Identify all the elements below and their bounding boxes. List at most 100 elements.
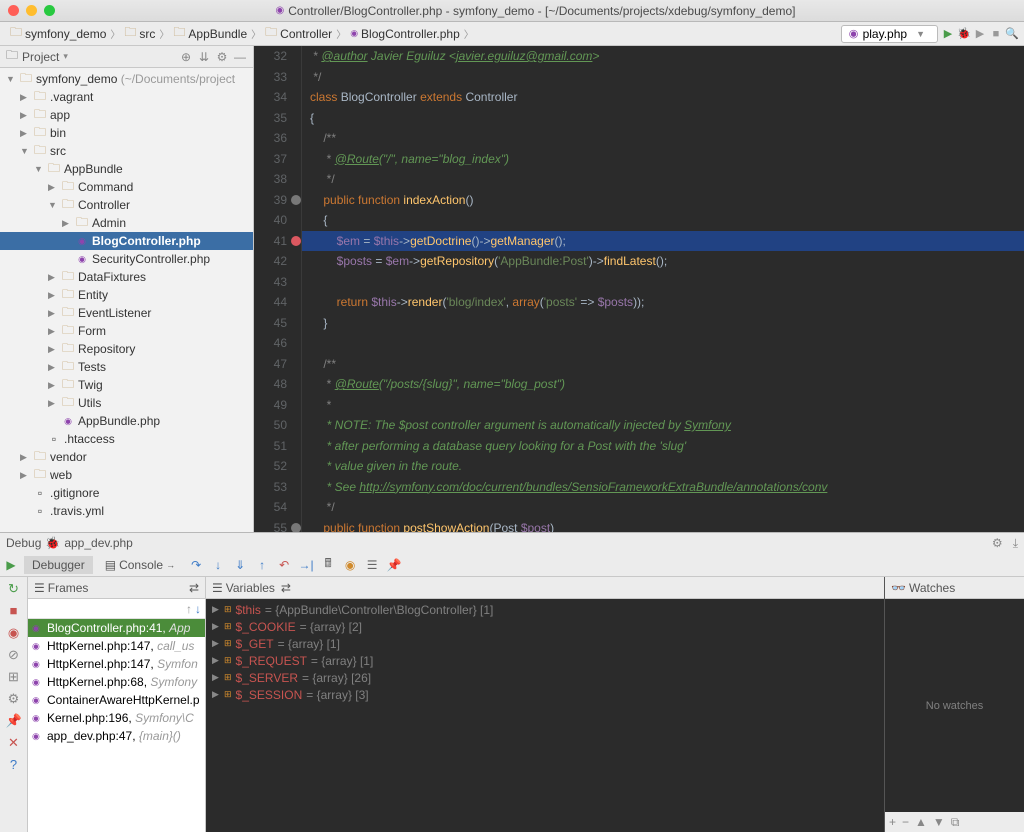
- tab-debugger[interactable]: Debugger: [24, 556, 93, 574]
- run-config-selector[interactable]: ◉ play.php ▼: [841, 25, 938, 43]
- tab-console[interactable]: ▤Console→: [97, 556, 183, 574]
- debug-label: Debug: [6, 536, 41, 550]
- frames-title: Frames: [48, 581, 89, 595]
- help-icon[interactable]: ?: [6, 757, 22, 773]
- frame-up-icon[interactable]: ↑: [186, 602, 192, 616]
- tree-item[interactable]: ▫.gitignore: [0, 484, 253, 502]
- force-step-icon[interactable]: ⇓: [231, 556, 249, 574]
- frame-down-icon[interactable]: ↓: [195, 602, 201, 616]
- project-icon: 🗀: [6, 46, 18, 67]
- coverage-icon[interactable]: ▶: [974, 28, 986, 40]
- stop-icon[interactable]: ■: [6, 603, 22, 619]
- variable-row[interactable]: ▶⊞$_REQUEST = {array} [1]: [206, 652, 884, 669]
- tree-item[interactable]: ▶🗀web: [0, 466, 253, 484]
- frame-row[interactable]: ◉ContainerAwareHttpKernel.p: [28, 691, 205, 709]
- mute-breakpoints-icon[interactable]: ⊘: [6, 647, 22, 663]
- frame-row[interactable]: ◉app_dev.php:47, {main}(): [28, 727, 205, 745]
- down-icon[interactable]: ▼: [933, 815, 945, 829]
- tree-item[interactable]: ▼🗀AppBundle: [0, 160, 253, 178]
- breadcrumb-item[interactable]: ◉ BlogController.php: [346, 27, 464, 41]
- tree-item[interactable]: ▫.htaccess: [0, 430, 253, 448]
- step-over-icon[interactable]: ↷: [187, 556, 205, 574]
- hide-icon[interactable]: —: [233, 50, 247, 64]
- debug-icon[interactable]: 🐞: [958, 28, 970, 40]
- tree-item[interactable]: ▶🗀Command: [0, 178, 253, 196]
- tree-item[interactable]: ▶🗀Entity: [0, 286, 253, 304]
- frame-row[interactable]: ◉Kernel.php:196, Symfony\C: [28, 709, 205, 727]
- debug-session-icon: 🐞: [45, 536, 60, 550]
- search-icon[interactable]: 🔍: [1006, 28, 1018, 40]
- frame-row[interactable]: ◉HttpKernel.php:147, call_us: [28, 637, 205, 655]
- pin-icon[interactable]: 📌: [6, 713, 22, 729]
- restore-icon[interactable]: ⇄: [281, 581, 291, 595]
- layout-icon[interactable]: ⊞: [6, 669, 22, 685]
- run-icon[interactable]: ▶: [942, 28, 954, 40]
- tree-item[interactable]: ▶🗀Utils: [0, 394, 253, 412]
- tree-item[interactable]: ▼🗀Controller: [0, 196, 253, 214]
- gear-icon[interactable]: ⚙: [215, 50, 229, 64]
- run-to-cursor-icon[interactable]: →|: [297, 556, 315, 574]
- up-icon[interactable]: ▲: [915, 815, 927, 829]
- tree-item[interactable]: ◉SecurityController.php: [0, 250, 253, 268]
- tree-item[interactable]: ▶🗀DataFixtures: [0, 268, 253, 286]
- file-tree[interactable]: ▼🗀symfony_demo (~/Documents/project▶🗀.va…: [0, 68, 253, 532]
- close-icon[interactable]: [8, 5, 19, 16]
- resume-icon[interactable]: ▶: [2, 556, 20, 574]
- tree-item[interactable]: ▫.travis.yml: [0, 502, 253, 520]
- collapse-icon[interactable]: ⇊: [197, 50, 211, 64]
- tree-item[interactable]: ▶🗀bin: [0, 124, 253, 142]
- window-controls[interactable]: [8, 5, 55, 16]
- tree-item[interactable]: ▼🗀src: [0, 142, 253, 160]
- remove-watch-icon[interactable]: −: [902, 815, 909, 829]
- tree-item[interactable]: ▶🗀vendor: [0, 448, 253, 466]
- settings-icon[interactable]: ☰: [363, 556, 381, 574]
- tree-item[interactable]: ◉BlogController.php: [0, 232, 253, 250]
- tree-item[interactable]: ▶🗀Tests: [0, 358, 253, 376]
- variable-row[interactable]: ▶⊞$_COOKIE = {array} [2]: [206, 618, 884, 635]
- tree-item[interactable]: ◉AppBundle.php: [0, 412, 253, 430]
- rerun-icon[interactable]: ↻: [6, 581, 22, 597]
- drop-frame-icon[interactable]: ↶: [275, 556, 293, 574]
- tree-item[interactable]: ▶🗀Twig: [0, 376, 253, 394]
- breadcrumb-item[interactable]: 🗀 symfony_demo: [6, 23, 110, 44]
- tree-item[interactable]: ▶🗀Admin: [0, 214, 253, 232]
- debug-panel: Debug 🐞 app_dev.php ⚙ ⤓ ▶ Debugger ▤Cons…: [0, 532, 1024, 832]
- breadcrumb-item[interactable]: 🗀 Controller: [261, 23, 336, 44]
- tree-item[interactable]: ▼🗀symfony_demo (~/Documents/project: [0, 70, 253, 88]
- zoom-icon[interactable]: [44, 5, 55, 16]
- variable-row[interactable]: ▶⊞$_GET = {array} [1]: [206, 635, 884, 652]
- frame-row[interactable]: ◉BlogController.php:41, App: [28, 619, 205, 637]
- gear-icon[interactable]: ⚙: [6, 691, 22, 707]
- pin-icon[interactable]: 📌: [385, 556, 403, 574]
- breadcrumb-item[interactable]: 🗀 src: [120, 23, 159, 44]
- step-into-icon[interactable]: ↓: [209, 556, 227, 574]
- tree-item[interactable]: ▶🗀EventListener: [0, 304, 253, 322]
- restore-icon[interactable]: ⇄: [189, 581, 199, 595]
- frame-row[interactable]: ◉HttpKernel.php:68, Symfony: [28, 673, 205, 691]
- stop-icon[interactable]: ■: [990, 28, 1002, 40]
- variable-row[interactable]: ▶⊞$this = {AppBundle\Controller\BlogCont…: [206, 601, 884, 618]
- minimize-icon[interactable]: [26, 5, 37, 16]
- frame-row[interactable]: ◉HttpKernel.php:147, Symfon: [28, 655, 205, 673]
- add-watch-icon[interactable]: +: [889, 815, 896, 829]
- variable-row[interactable]: ▶⊞$_SESSION = {array} [3]: [206, 686, 884, 703]
- scroll-to-icon[interactable]: ⊕: [179, 50, 193, 64]
- view-breakpoints-icon[interactable]: ◉: [6, 625, 22, 641]
- tree-item[interactable]: ▶🗀app: [0, 106, 253, 124]
- variable-row[interactable]: ▶⊞$_SERVER = {array} [26]: [206, 669, 884, 686]
- hide-icon[interactable]: ⤓: [1013, 536, 1018, 551]
- editor-code[interactable]: * @author Javier Eguiluz <javier.eguiluz…: [302, 46, 1024, 532]
- copy-icon[interactable]: ⧉: [951, 815, 960, 830]
- breadcrumb-item[interactable]: 🗀 AppBundle: [169, 23, 251, 44]
- watch-icon[interactable]: ◉: [341, 556, 359, 574]
- step-out-icon[interactable]: ↑: [253, 556, 271, 574]
- evaluate-icon[interactable]: 🖩: [319, 556, 337, 574]
- editor-gutter[interactable]: 3233343536373839404142434445464748495051…: [254, 46, 302, 532]
- editor[interactable]: 3233343536373839404142434445464748495051…: [254, 46, 1024, 532]
- tree-item[interactable]: ▶🗀.vagrant: [0, 88, 253, 106]
- gear-icon[interactable]: ⚙: [992, 536, 1003, 550]
- project-toolbar: 🗀 Project ▾ ⊕ ⇊ ⚙ —: [0, 46, 253, 68]
- close-icon[interactable]: ✕: [6, 735, 22, 751]
- tree-item[interactable]: ▶🗀Repository: [0, 340, 253, 358]
- tree-item[interactable]: ▶🗀Form: [0, 322, 253, 340]
